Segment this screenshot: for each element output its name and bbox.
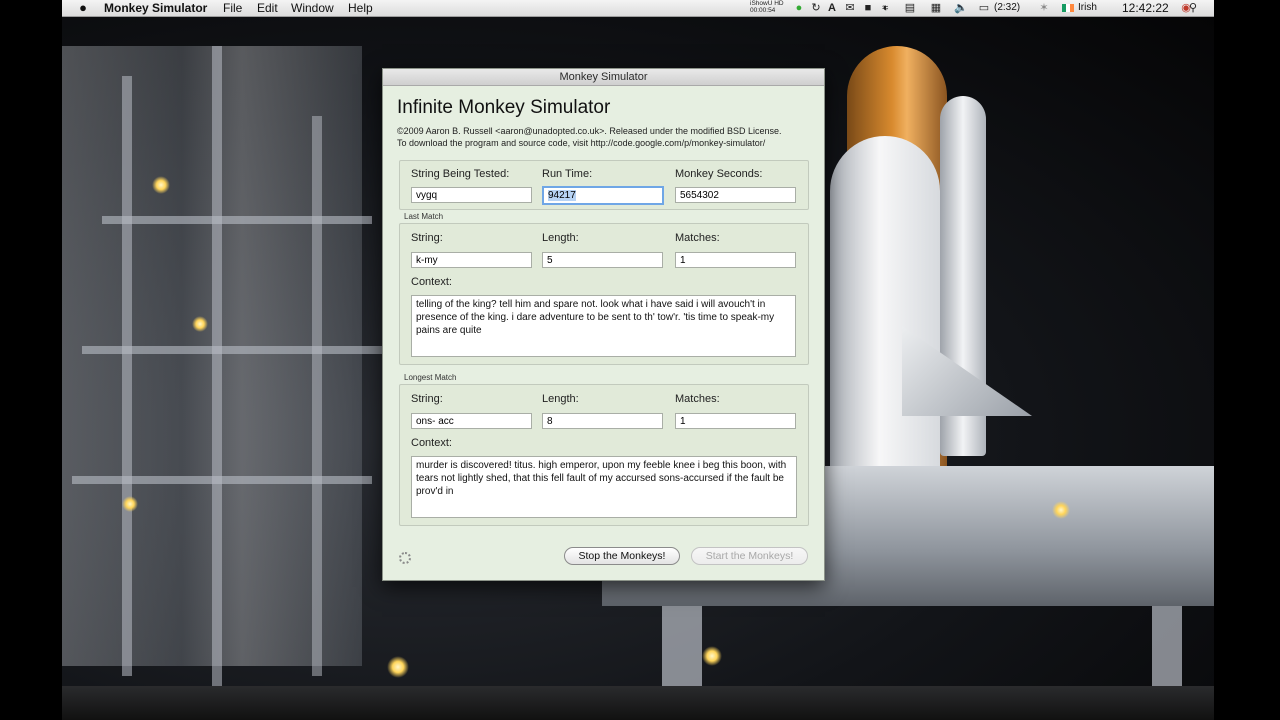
longest-length-label: Length:: [542, 393, 579, 405]
light-glow: [387, 656, 409, 678]
light-glow: [192, 316, 208, 332]
runtime-value: 94217: [548, 190, 576, 201]
longest-matches-field[interactable]: 1: [675, 413, 796, 429]
light-glow: [122, 496, 138, 512]
apple-icon[interactable]: ●: [76, 0, 90, 16]
last-string-label: String:: [411, 232, 443, 244]
tower-beam: [72, 476, 372, 484]
longest-length-field[interactable]: 8: [542, 413, 663, 429]
start-monkeys-button[interactable]: Start the Monkeys!: [691, 547, 808, 565]
runtime-field[interactable]: 94217: [542, 186, 664, 205]
tower-beam: [312, 116, 322, 676]
volume-icon[interactable]: 🔈: [954, 2, 968, 14]
last-match-label: Last Match: [404, 212, 444, 221]
monkey-seconds-label: Monkey Seconds:: [675, 168, 763, 180]
last-matches-field[interactable]: 1: [675, 252, 796, 268]
light-glow: [152, 176, 170, 194]
last-context-text[interactable]: telling of the king? tell him and spare …: [411, 295, 796, 357]
record-dot-icon[interactable]: ●: [793, 2, 805, 14]
menu-edit[interactable]: Edit: [257, 0, 278, 16]
bluetooth-icon[interactable]: ✶: [1038, 2, 1050, 14]
spaces-icon[interactable]: ▦: [930, 2, 942, 14]
last-context-label: Context:: [411, 276, 452, 288]
sync-icon[interactable]: ↻: [810, 2, 822, 14]
longest-string-label: String:: [411, 393, 443, 405]
gmail-icon[interactable]: ■: [862, 2, 874, 14]
spotlight-search-icon[interactable]: ⚲: [1187, 2, 1199, 14]
string-tested-label: String Being Tested:: [411, 168, 510, 180]
credits-line-2: To download the program and source code,…: [397, 138, 766, 148]
monkey-seconds-field[interactable]: 5654302: [675, 187, 796, 203]
window-title[interactable]: Monkey Simulator: [383, 69, 824, 86]
longest-match-label: Longest Match: [404, 373, 457, 382]
tower-beam: [212, 46, 222, 686]
light-glow: [1052, 501, 1070, 519]
display-icon[interactable]: ▤: [904, 2, 916, 14]
menu-file[interactable]: File: [223, 0, 242, 16]
monkey-simulator-window: Monkey Simulator Infinite Monkey Simulat…: [382, 68, 825, 581]
adobe-icon[interactable]: A: [826, 2, 838, 14]
last-string-field[interactable]: k-my: [411, 252, 532, 268]
input-source[interactable]: Irish: [1078, 0, 1097, 16]
app-heading: Infinite Monkey Simulator: [397, 97, 611, 118]
progress-spinner-icon: [399, 552, 411, 564]
stop-monkeys-button[interactable]: Stop the Monkeys!: [564, 547, 680, 565]
tower-beam: [102, 216, 372, 224]
recording-label: iShowU HD: [750, 0, 784, 7]
longest-string-field[interactable]: ons- acc: [411, 413, 532, 429]
recording-status[interactable]: iShowU HD 00:00:54: [750, 0, 790, 16]
menu-window[interactable]: Window: [291, 0, 334, 16]
menu-help[interactable]: Help: [348, 0, 373, 16]
wifi-icon[interactable]: ≈: [879, 2, 891, 14]
last-matches-label: Matches:: [675, 232, 720, 244]
tower-beam: [122, 76, 132, 676]
battery-time[interactable]: (2:32): [994, 0, 1020, 16]
longest-context-text[interactable]: murder is discovered! titus. high empero…: [411, 456, 797, 518]
credits-line-1: ©2009 Aaron B. Russell <aaron@unadopted.…: [397, 126, 782, 136]
menu-app-name[interactable]: Monkey Simulator: [104, 0, 207, 16]
longest-matches-label: Matches:: [675, 393, 720, 405]
menu-clock[interactable]: 12:42:22: [1122, 0, 1169, 16]
last-length-field[interactable]: 5: [542, 252, 663, 268]
recording-time: 00:00:54: [750, 7, 776, 14]
menu-bar: ● Monkey Simulator File Edit Window Help…: [62, 0, 1214, 17]
mail-icon[interactable]: ✉: [844, 2, 856, 14]
space-shuttle-orbiter: [830, 136, 940, 496]
last-length-label: Length:: [542, 232, 579, 244]
ground: [62, 686, 1214, 720]
runtime-label: Run Time:: [542, 168, 593, 180]
longest-context-label: Context:: [411, 437, 452, 449]
battery-icon[interactable]: ▭: [978, 2, 990, 14]
light-glow: [702, 646, 722, 666]
string-tested-field[interactable]: vygq: [411, 187, 532, 203]
irish-flag-icon: [1062, 4, 1074, 12]
